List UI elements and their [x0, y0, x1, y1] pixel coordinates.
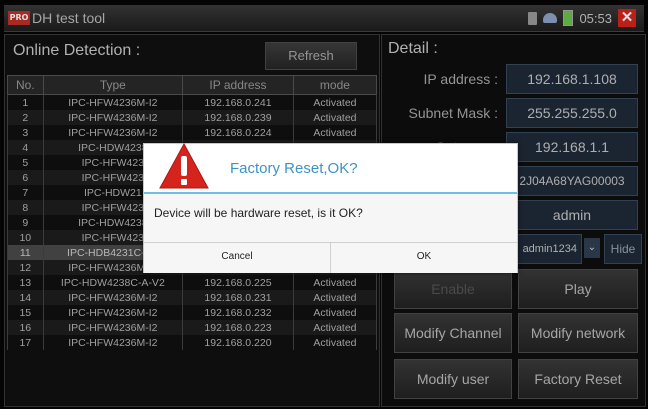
- app-window: PRO DH test tool 05:53 ✕ Online Detectio…: [0, 0, 648, 409]
- dialog-buttons: Cancel OK: [144, 242, 517, 273]
- warning-icon: [159, 142, 209, 189]
- factory-reset-dialog: Factory Reset,OK? Device will be hardwar…: [143, 142, 518, 273]
- cancel-button[interactable]: Cancel: [144, 243, 330, 273]
- dialog-title: Factory Reset,OK?: [230, 160, 358, 177]
- ok-button[interactable]: OK: [330, 243, 517, 273]
- dialog-message: Device will be hardware reset, is it OK?: [154, 206, 363, 220]
- dialog-header: Factory Reset,OK?: [144, 142, 517, 194]
